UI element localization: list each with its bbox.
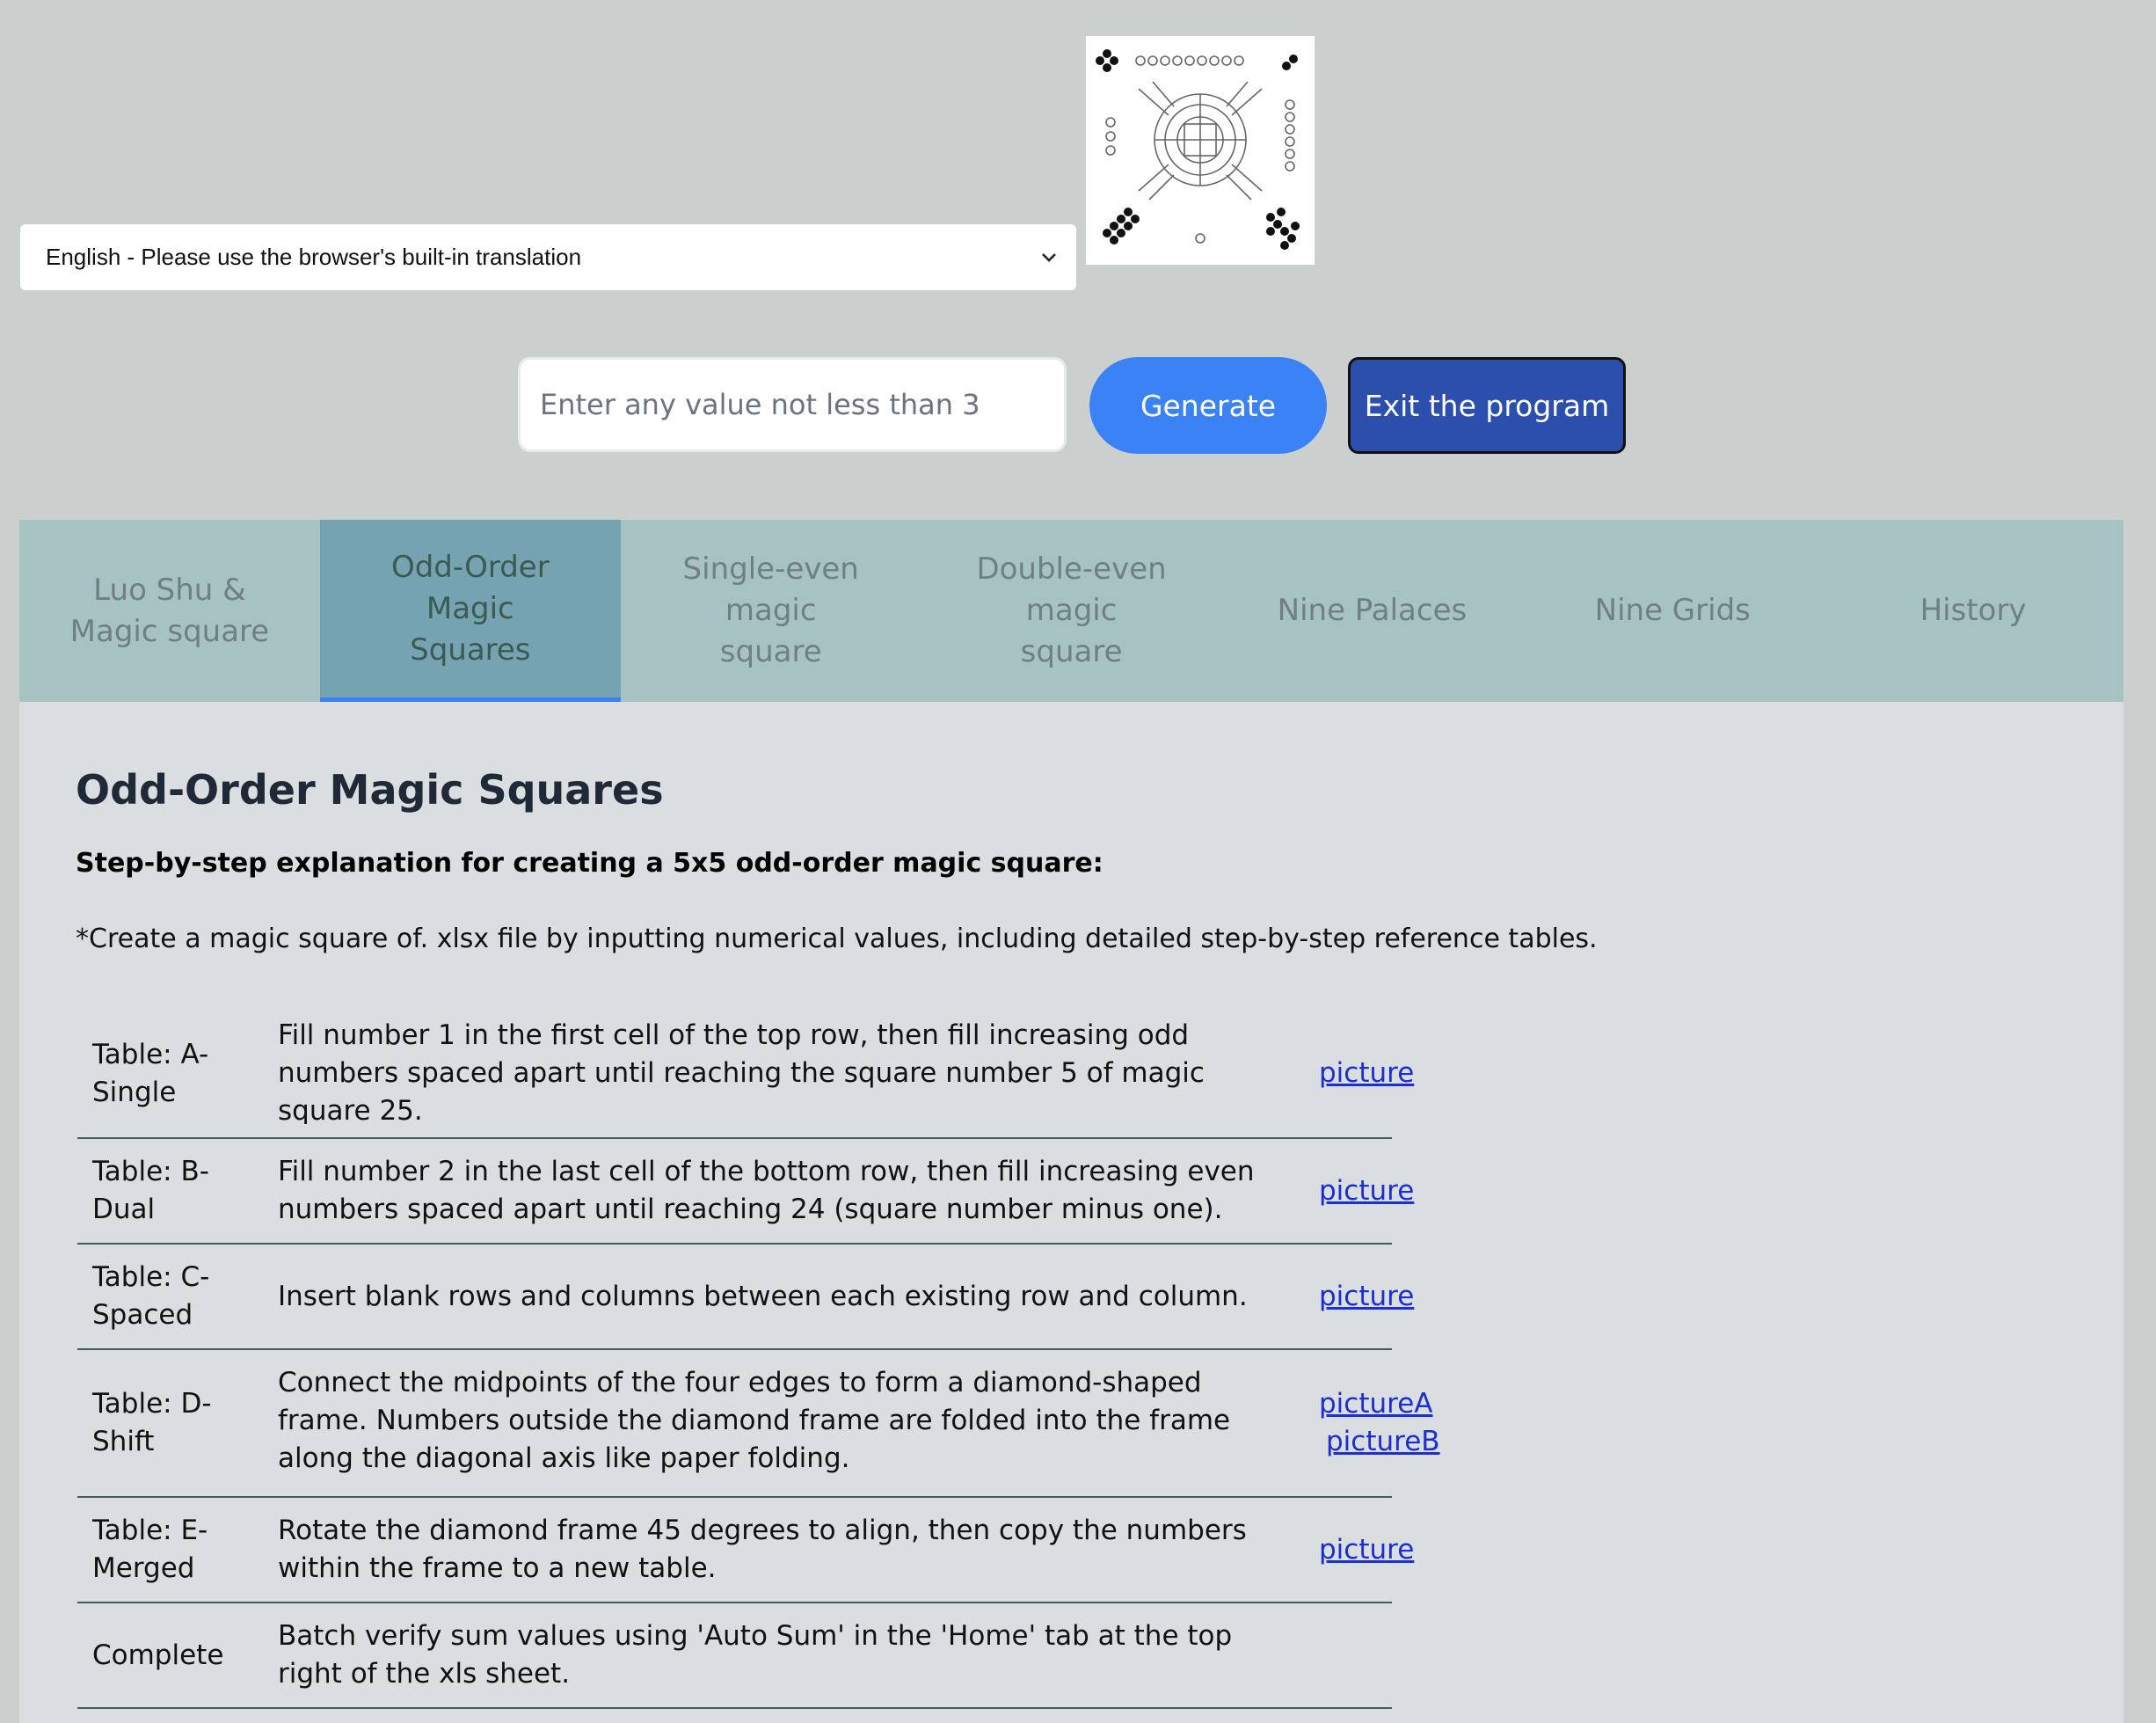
- table-row: Table: B-Dual Fill number 2 in the last …: [77, 1139, 1414, 1245]
- tab-nine-palaces[interactable]: Nine Palaces: [1222, 520, 1523, 702]
- step-picture-link[interactable]: picture: [1319, 1175, 1414, 1207]
- step-label: Table: B-Dual: [92, 1156, 209, 1225]
- step-description: Connect the midpoints of the four edges …: [278, 1367, 1231, 1474]
- tab-nine-grids[interactable]: Nine Grids: [1522, 520, 1823, 702]
- language-select-value: English - Please use the browser's built…: [46, 244, 582, 270]
- steps-table: Table: A-Single Fill number 1 in the fir…: [77, 1003, 1440, 1715]
- luo-shu-logo: [1086, 36, 1315, 265]
- tab-luo-shu-magic-square[interactable]: Luo Shu & Magic square: [19, 520, 320, 702]
- tab-double-even-magic-square[interactable]: Double-even magic square: [921, 520, 1222, 702]
- order-value-input[interactable]: [518, 357, 1067, 452]
- step-label: Table: C-Spaced: [92, 1261, 210, 1331]
- step-description: Batch verify sum values using 'Auto Sum'…: [278, 1620, 1233, 1690]
- table-row: Table: A-Single Fill number 1 in the fir…: [77, 1011, 1414, 1139]
- tab-history[interactable]: History: [1823, 520, 2123, 702]
- language-select[interactable]: English - Please use the browser's built…: [20, 224, 1076, 290]
- step-label: Complete: [92, 1639, 224, 1671]
- panel-title: Odd-Order Magic Squares: [76, 766, 664, 814]
- generate-button[interactable]: Generate: [1089, 357, 1327, 454]
- panel-subtitle: Step-by-step explanation for creating a …: [76, 848, 1103, 879]
- table-row: Table: D-Shift Connect the midpoints of …: [77, 1350, 1440, 1498]
- step-label: Table: E-Merged: [92, 1515, 208, 1584]
- exit-program-button[interactable]: Exit the program: [1348, 357, 1626, 454]
- table-row: Complete Batch verify sum values using '…: [77, 1603, 1392, 1709]
- step-label: Table: A-Single: [92, 1039, 209, 1108]
- step-picture-link[interactable]: picture: [1319, 1281, 1414, 1312]
- step-description: Fill number 1 in the first cell of the t…: [278, 1019, 1205, 1124]
- step-picture-a-link[interactable]: pictureA: [1319, 1388, 1432, 1420]
- step-description: Fill number 2 in the last cell of the bo…: [278, 1156, 1255, 1225]
- chevron-down-icon: [1039, 248, 1059, 267]
- step-picture-b-link[interactable]: pictureB: [1326, 1426, 1440, 1457]
- step-picture-link[interactable]: picture: [1319, 1057, 1414, 1089]
- tab-bar: Luo Shu & Magic square Odd-Order Magic S…: [19, 520, 2123, 702]
- step-description: Insert blank rows and columns between ea…: [278, 1281, 1248, 1312]
- step-picture-link[interactable]: picture: [1319, 1534, 1414, 1566]
- tab-single-even-magic-square[interactable]: Single-even magic square: [621, 520, 921, 702]
- panel-note: *Create a magic square of. xlsx file by …: [76, 924, 1598, 954]
- step-description: Rotate the diamond frame 45 degrees to a…: [278, 1515, 1247, 1584]
- table-row: Table: E-Merged Rotate the diamond frame…: [77, 1498, 1414, 1603]
- step-label: Table: D-Shift: [92, 1388, 212, 1457]
- tab-odd-order-magic-squares[interactable]: Odd-Order Magic Squares: [319, 520, 621, 702]
- table-row: Table: C-Spaced Insert blank rows and co…: [77, 1245, 1414, 1350]
